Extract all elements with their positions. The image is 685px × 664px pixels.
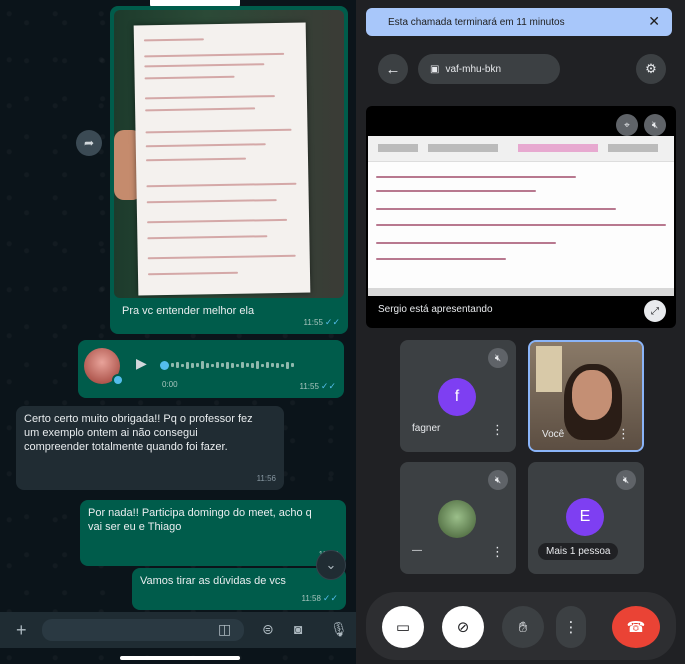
read-ticks-icon: ✓✓	[324, 317, 340, 327]
audio-duration: 0:00	[162, 380, 178, 389]
gear-icon: ⚙	[645, 61, 657, 76]
message-time: 11:56	[256, 474, 276, 483]
message-text: Certo certo muito obrigada!! Pq o profes…	[24, 413, 253, 453]
message-time: 11:55 ✓✓	[299, 381, 336, 391]
camera-toggle-button[interactable]: ▭	[382, 606, 424, 648]
plus-icon[interactable]: +	[16, 620, 27, 641]
share-icon: ➦	[83, 136, 95, 150]
shared-screen	[368, 136, 674, 296]
avatar: E	[566, 498, 604, 536]
whatsapp-chat: Pra vc entender melhor ela 11:55 ✓✓ ➦ ▶ 0…	[0, 0, 356, 664]
banner-text: Esta chamada terminará em 11 minutos	[388, 16, 565, 28]
message-text: Por nada!! Participa domingo do meet, ac…	[88, 507, 312, 533]
mic-badge-icon	[112, 374, 124, 386]
currency-icon[interactable]: ⊜	[262, 621, 274, 638]
notebook-photo[interactable]	[114, 10, 344, 298]
participant-name: fagner	[412, 423, 441, 434]
mic-off-icon: ⊘	[456, 619, 470, 636]
image-message[interactable]: Pra vc entender melhor ela 11:55 ✓✓	[110, 6, 348, 334]
meeting-code: vaf-mhu-bkn	[445, 63, 502, 75]
self-view-tile[interactable]: Você ⋮	[528, 340, 644, 452]
audio-waveform[interactable]	[160, 360, 320, 370]
mic-icon[interactable]: 🎙︎	[330, 621, 348, 638]
screen-taskbar	[368, 288, 674, 296]
more-options-button[interactable]: ⋮	[556, 606, 586, 648]
participant-tile[interactable]: 🔇︎ f fagner ⋮	[400, 340, 516, 452]
outgoing-message[interactable]: Por nada!! Participa domingo do meet, ac…	[80, 500, 346, 566]
presentation-tile-icons: ⌖ 🔇︎	[616, 114, 666, 136]
participant-name: Você	[542, 429, 565, 440]
message-time: 11:58 ✓✓	[301, 593, 338, 603]
camera-icon[interactable]: ◙	[294, 621, 302, 637]
participant-name: Mais 1 pessoa	[538, 543, 619, 560]
pin-icon[interactable]: ⌖	[616, 114, 638, 136]
avatar: f	[438, 378, 476, 416]
avatar	[438, 500, 476, 538]
background-door	[536, 346, 562, 392]
forward-button[interactable]: ➦	[76, 130, 102, 156]
read-ticks-icon: ✓✓	[320, 381, 336, 391]
audio-scrubber[interactable]	[160, 360, 169, 370]
play-icon[interactable]: ▶	[136, 356, 147, 370]
end-call-button[interactable]: ☎	[612, 606, 660, 648]
mic-off-icon: 🔇︎	[488, 470, 508, 490]
audio-message[interactable]: ▶ 0:00 11:55 ✓✓	[78, 340, 344, 398]
message-text: Vamos tirar as dúvidas de vcs	[140, 575, 286, 587]
close-icon[interactable]: ✕	[648, 13, 660, 30]
participant-tile[interactable]: 🔇︎ — ⋮	[400, 462, 516, 574]
fullscreen-icon[interactable]: ⤢	[644, 300, 666, 322]
settings-button[interactable]: ⚙	[636, 54, 666, 84]
time-limit-banner: Esta chamada terminará em 11 minutos ✕	[366, 8, 672, 36]
more-participants-tile[interactable]: 🔇︎ E Mais 1 pessoa	[528, 462, 644, 574]
handwritten-paper	[133, 22, 311, 296]
more-options-icon[interactable]: ⋮	[491, 544, 504, 560]
message-input[interactable]	[42, 619, 244, 641]
call-controls: ▭ ⊘ ✋︎ ⋮ ☎	[366, 592, 676, 660]
read-ticks-icon: ✓✓	[322, 593, 338, 603]
message-field[interactable]	[42, 619, 244, 641]
hand-icon: ✋︎	[518, 618, 528, 636]
more-options-icon: ⋮	[563, 619, 579, 636]
back-button[interactable]: ←	[378, 54, 408, 84]
message-time: 11:55 ✓✓	[303, 317, 340, 327]
home-indicator[interactable]	[120, 656, 240, 660]
app-ribbon	[368, 136, 674, 162]
mic-off-icon: 🔇︎	[616, 470, 636, 490]
outgoing-message[interactable]: Vamos tirar as dúvidas de vcs 11:58 ✓✓	[132, 568, 346, 610]
sticker-icon[interactable]: ◫	[218, 621, 231, 638]
mic-toggle-button[interactable]: ⊘	[442, 606, 484, 648]
presenter-label: Sergio está apresentando	[378, 304, 493, 315]
meeting-code-pill[interactable]: ▣ vaf-mhu-bkn	[418, 54, 560, 84]
scroll-down-button[interactable]: ⌄	[316, 550, 346, 580]
chevron-down-icon: ⌄	[325, 557, 337, 572]
phone-hangup-icon: ☎	[626, 619, 646, 636]
more-options-icon[interactable]: ⋮	[617, 426, 630, 442]
image-caption: Pra vc entender melhor ela	[122, 305, 255, 317]
presentation-tile[interactable]: ⌖ 🔇︎ Sergio está apresentando ⤢	[366, 106, 676, 328]
mute-icon: 🔇︎	[644, 114, 666, 136]
message-input-bar: + ◫ ⊜ ◙ 🎙︎	[0, 612, 356, 648]
more-options-icon[interactable]: ⋮	[491, 422, 504, 438]
incoming-message[interactable]: Certo certo muito obrigada!! Pq o profes…	[16, 406, 284, 490]
calendar-icon: ▣	[430, 63, 440, 75]
mic-off-icon: 🔇︎	[488, 348, 508, 368]
raise-hand-button[interactable]: ✋︎	[502, 606, 544, 648]
participant-name: —	[412, 545, 422, 556]
camera-off-icon: ▭	[395, 619, 411, 636]
google-meet: Esta chamada terminará em 11 minutos ✕ ←…	[356, 0, 685, 664]
arrow-left-icon: ←	[385, 60, 401, 78]
person-face	[572, 370, 612, 420]
